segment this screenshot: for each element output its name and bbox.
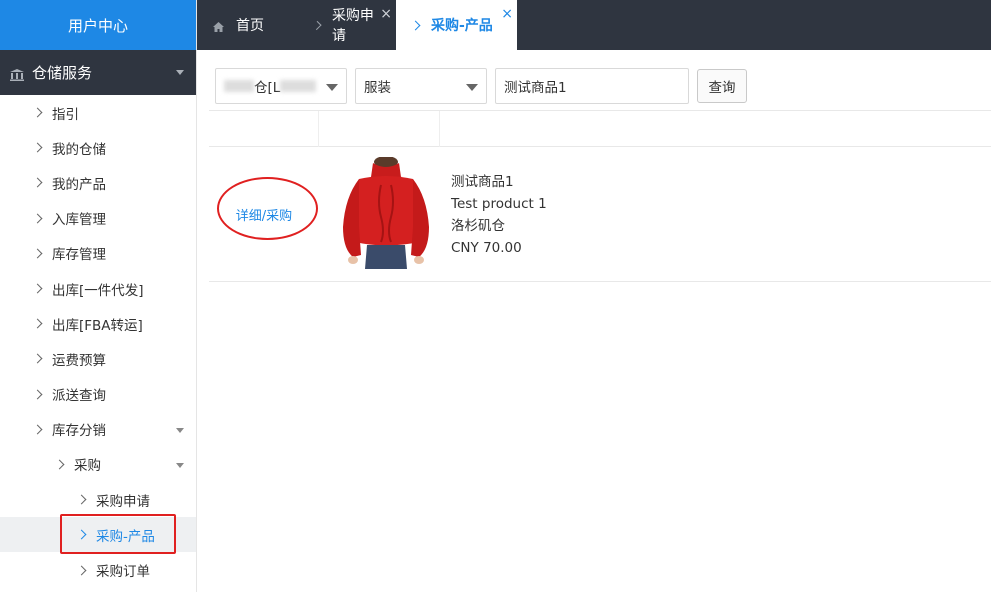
chevron-right-icon xyxy=(32,213,43,224)
chevron-right-icon xyxy=(312,20,322,30)
tab-label: 采购-产品 xyxy=(431,18,493,34)
app-root: 用户中心 仓储服务 指引 我的仓储 我的产品 入库管理 库存管理 出库[一件代发… xyxy=(0,0,991,592)
product-info: 测试商品1 Test product 1 洛杉矶仓 CNY 70.00 xyxy=(451,171,547,259)
chevron-right-icon xyxy=(54,459,65,470)
sidebar-item-inventory-distribution[interactable]: 库存分销 xyxy=(0,412,196,447)
chevron-right-icon xyxy=(32,389,43,400)
sidebar-item-label: 采购-产品 xyxy=(96,528,155,545)
chevron-right-icon xyxy=(32,424,43,435)
close-icon[interactable]: × xyxy=(380,7,392,21)
product-name-cn: 测试商品1 xyxy=(451,174,514,190)
sidebar-item-outbound-fba[interactable]: 出库[FBA转运] xyxy=(0,306,196,341)
chevron-down-icon xyxy=(176,462,184,468)
dropdown-arrow-icon xyxy=(326,84,338,91)
sidebar-item-purchase-products[interactable]: 采购-产品 xyxy=(0,514,196,555)
column-header xyxy=(209,111,319,147)
sidebar-item-inventory[interactable]: 库存管理 xyxy=(0,236,196,271)
sidebar-item-outbound-dropship[interactable]: 出库[一件代发] xyxy=(0,271,196,306)
tab-label: 首页 xyxy=(236,18,264,34)
brand-title[interactable]: 用户中心 xyxy=(0,0,196,50)
redacted-text xyxy=(280,80,317,92)
sidebar-item-freight-estimate[interactable]: 运费预算 xyxy=(0,341,196,376)
dropdown-arrow-icon xyxy=(466,84,478,91)
table-header xyxy=(209,111,991,147)
tab-label: 采购申请 xyxy=(331,8,374,44)
product-name-en: Test product 1 xyxy=(451,196,547,212)
table-row: 详细/采购 测试商品1 Test product 1 洛杉矶仓 CNY 70.0… xyxy=(209,147,991,282)
column-header xyxy=(319,111,440,147)
sidebar-item-my-products[interactable]: 我的产品 xyxy=(0,165,196,200)
sidebar-section-warehouse[interactable]: 仓储服务 xyxy=(0,50,196,95)
keyword-input[interactable] xyxy=(495,68,689,104)
warehouse-select-value: 仓[L xyxy=(254,80,281,96)
sidebar-item-label: 采购申请 xyxy=(96,493,150,510)
query-button[interactable]: 查询 xyxy=(697,69,747,103)
tab-home[interactable]: 首页 xyxy=(197,0,298,50)
sidebar-item-label: 采购订单 xyxy=(96,564,150,581)
sidebar-item-label: 库存分销 xyxy=(52,423,106,440)
chevron-down-icon xyxy=(176,70,184,75)
chevron-right-icon xyxy=(32,353,43,364)
chevron-right-icon xyxy=(410,20,421,30)
action-cell: 详细/采购 xyxy=(209,147,319,282)
tab-purchase-products[interactable]: 采购-产品 × xyxy=(396,0,517,50)
bank-icon xyxy=(10,67,24,81)
sidebar-item-label: 采购 xyxy=(74,458,101,475)
sidebar-item-purchase[interactable]: 采购 xyxy=(0,447,196,482)
product-image xyxy=(329,156,439,272)
sidebar: 用户中心 仓储服务 指引 我的仓储 我的产品 入库管理 库存管理 出库[一件代发… xyxy=(0,0,197,592)
chevron-right-icon xyxy=(32,248,43,259)
filter-bar: 仓[L 服装 查询 xyxy=(209,62,991,111)
detail-purchase-link[interactable]: 详细/采购 xyxy=(236,205,292,224)
sidebar-item-label: 我的仓储 xyxy=(52,141,106,158)
sidebar-item-purchase-request[interactable]: 采购申请 xyxy=(0,482,196,517)
category-select-value: 服装 xyxy=(364,80,391,96)
product-warehouse: 洛杉矶仓 xyxy=(451,218,505,234)
tab-purchase-request[interactable]: 采购申请 × xyxy=(298,0,396,50)
sidebar-item-label: 库存管理 xyxy=(52,247,106,264)
home-icon xyxy=(213,20,224,32)
warehouse-select[interactable]: 仓[L xyxy=(215,68,347,104)
tab-bar: 首页 采购申请 × 采购-产品 × xyxy=(197,0,991,50)
sidebar-item-label: 指引 xyxy=(52,106,79,123)
sidebar-item-label: 派送查询 xyxy=(52,388,106,405)
chevron-right-icon xyxy=(76,529,87,540)
chevron-down-icon xyxy=(176,427,184,433)
chevron-right-icon xyxy=(32,142,43,153)
sidebar-item-label: 入库管理 xyxy=(52,212,106,229)
chevron-right-icon xyxy=(32,178,43,188)
sidebar-item-delivery-tracking[interactable]: 派送查询 xyxy=(0,377,196,412)
sidebar-item-label: 出库[FBA转运] xyxy=(52,317,143,334)
sidebar-item-inbound[interactable]: 入库管理 xyxy=(0,201,196,236)
chevron-right-icon xyxy=(32,107,43,118)
sidebar-item-purchase-orders[interactable]: 采购订单 xyxy=(0,552,196,587)
sidebar-section-label: 仓储服务 xyxy=(32,64,93,82)
sidebar-item-label: 出库[一件代发] xyxy=(52,282,144,299)
sidebar-item-label: 我的产品 xyxy=(52,176,106,193)
product-price: CNY 70.00 xyxy=(451,240,522,256)
sidebar-item-guide[interactable]: 指引 xyxy=(0,95,196,130)
chevron-right-icon xyxy=(76,494,87,505)
chevron-right-icon xyxy=(32,283,43,294)
redacted-text xyxy=(224,80,254,92)
category-select[interactable]: 服装 xyxy=(355,68,487,104)
chevron-right-icon xyxy=(76,565,87,575)
main-content: 仓[L 服装 查询 详细/采购 xyxy=(209,62,991,592)
chevron-right-icon xyxy=(32,318,43,329)
sidebar-item-label: 运费预算 xyxy=(52,352,106,369)
close-icon[interactable]: × xyxy=(501,7,513,21)
sidebar-item-my-storage[interactable]: 我的仓储 xyxy=(0,130,196,165)
